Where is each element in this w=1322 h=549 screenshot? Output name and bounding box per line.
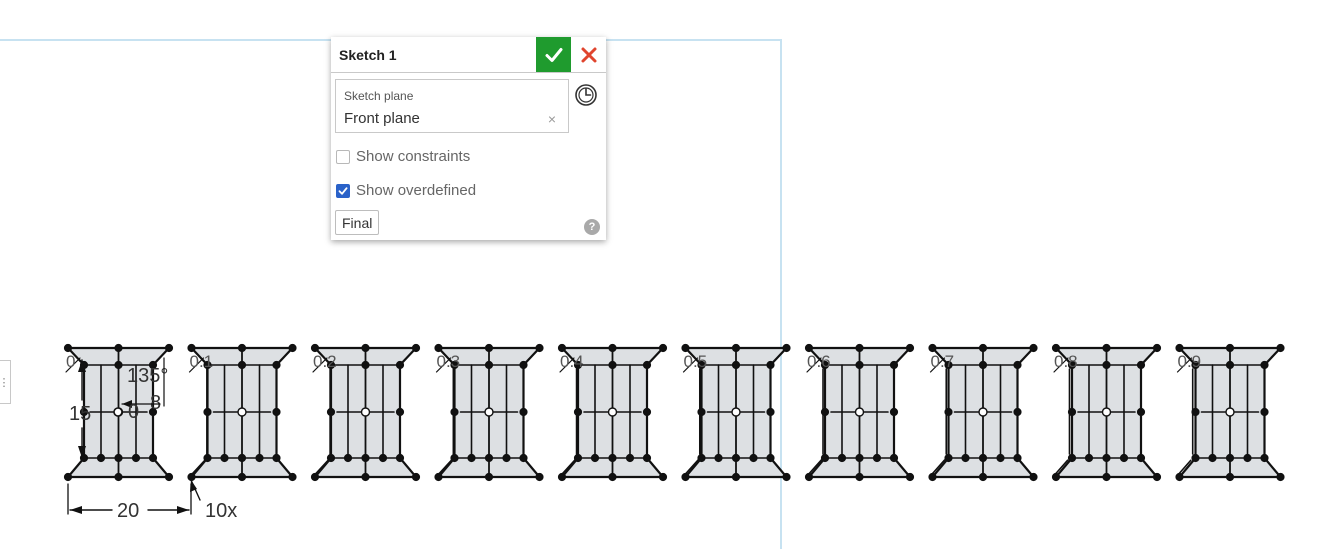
pattern-count[interactable]: 10x — [205, 500, 237, 522]
dimension-center[interactable]: 0 — [128, 401, 139, 423]
dimension-height[interactable]: 15 — [69, 403, 91, 425]
show-constraints-label: Show constraints — [356, 148, 471, 165]
instance-label: 0.2 — [313, 352, 337, 371]
sketch-plane-label: Sketch plane — [344, 89, 414, 103]
dialog-title: Sketch 1 — [339, 46, 397, 63]
dimension-spacing[interactable]: 20 — [117, 500, 139, 522]
checkmark-icon — [545, 47, 562, 62]
instance-label: 0 — [66, 352, 75, 371]
instance-label: 0.4 — [560, 352, 584, 371]
instance-label: 0.3 — [437, 352, 461, 371]
sketch-canvas[interactable]: 0 0.1 0.2 0.3 0.4 0.5 0.6 0.7 0.8 0.915135°8020 10… — [0, 0, 1322, 544]
instance-label: 0.6 — [807, 352, 831, 371]
show-overdefined-label: Show overdefined — [356, 182, 477, 199]
pattern-instance-4[interactable]: 0.4 — [557, 343, 668, 482]
pattern-instance-5[interactable]: 0.5 — [681, 343, 791, 482]
show-overdefined-row[interactable]: Show overdefined — [336, 182, 476, 199]
dialog-header: Sketch 1 — [331, 37, 606, 73]
pattern-instance-9[interactable]: 0.9 — [1175, 343, 1285, 482]
final-button[interactable]: Final — [335, 210, 380, 235]
close-icon — [581, 47, 596, 62]
show-overdefined-checkbox[interactable] — [336, 183, 350, 198]
pattern-instance-7[interactable]: 0.7 — [928, 343, 1038, 482]
pattern-instance-2[interactable]: 0.2 — [310, 343, 421, 482]
checkmark-icon — [338, 186, 348, 195]
show-constraints-row[interactable]: Show constraints — [336, 148, 470, 165]
instance-label: 0.1 — [190, 352, 214, 371]
pattern-instance-1[interactable]: 0.1 — [187, 343, 297, 482]
graphics-viewport[interactable]: 0 0.1 0.2 0.3 0.4 0.5 0.6 0.7 0.8 0.9 15 135° 8 0 20 10… — [0, 0, 1322, 549]
help-icon[interactable]: ? — [584, 219, 600, 235]
clock-icon[interactable] — [574, 83, 598, 107]
sketch-plane-field[interactable]: Sketch plane Front plane × — [335, 79, 569, 133]
instance-label: 0.8 — [1054, 352, 1078, 371]
cancel-button[interactable] — [571, 37, 606, 72]
sketch-feature-dialog: Sketch 1 Sketch plane Front plane × Show… — [331, 37, 606, 240]
dimension-angle[interactable]: 135° — [127, 365, 168, 387]
show-constraints-checkbox[interactable] — [336, 149, 350, 164]
pattern-instance-6[interactable]: 0.6 — [804, 343, 915, 482]
side-panel-grip[interactable]: ⋮ — [0, 360, 11, 404]
pattern-instance-3[interactable]: 0.3 — [434, 343, 544, 482]
clear-icon[interactable]: × — [548, 111, 556, 127]
sketch-plane-value: Front plane — [344, 110, 420, 127]
dimension-small[interactable]: 8 — [150, 392, 161, 414]
instance-label: 0.7 — [931, 352, 955, 371]
instance-label: 0.9 — [1178, 352, 1202, 371]
accept-button[interactable] — [536, 37, 571, 72]
grip-icon: ⋮ — [0, 376, 10, 389]
pattern-instance-8[interactable]: 0.8 — [1051, 343, 1162, 482]
instance-label: 0.5 — [684, 352, 708, 371]
